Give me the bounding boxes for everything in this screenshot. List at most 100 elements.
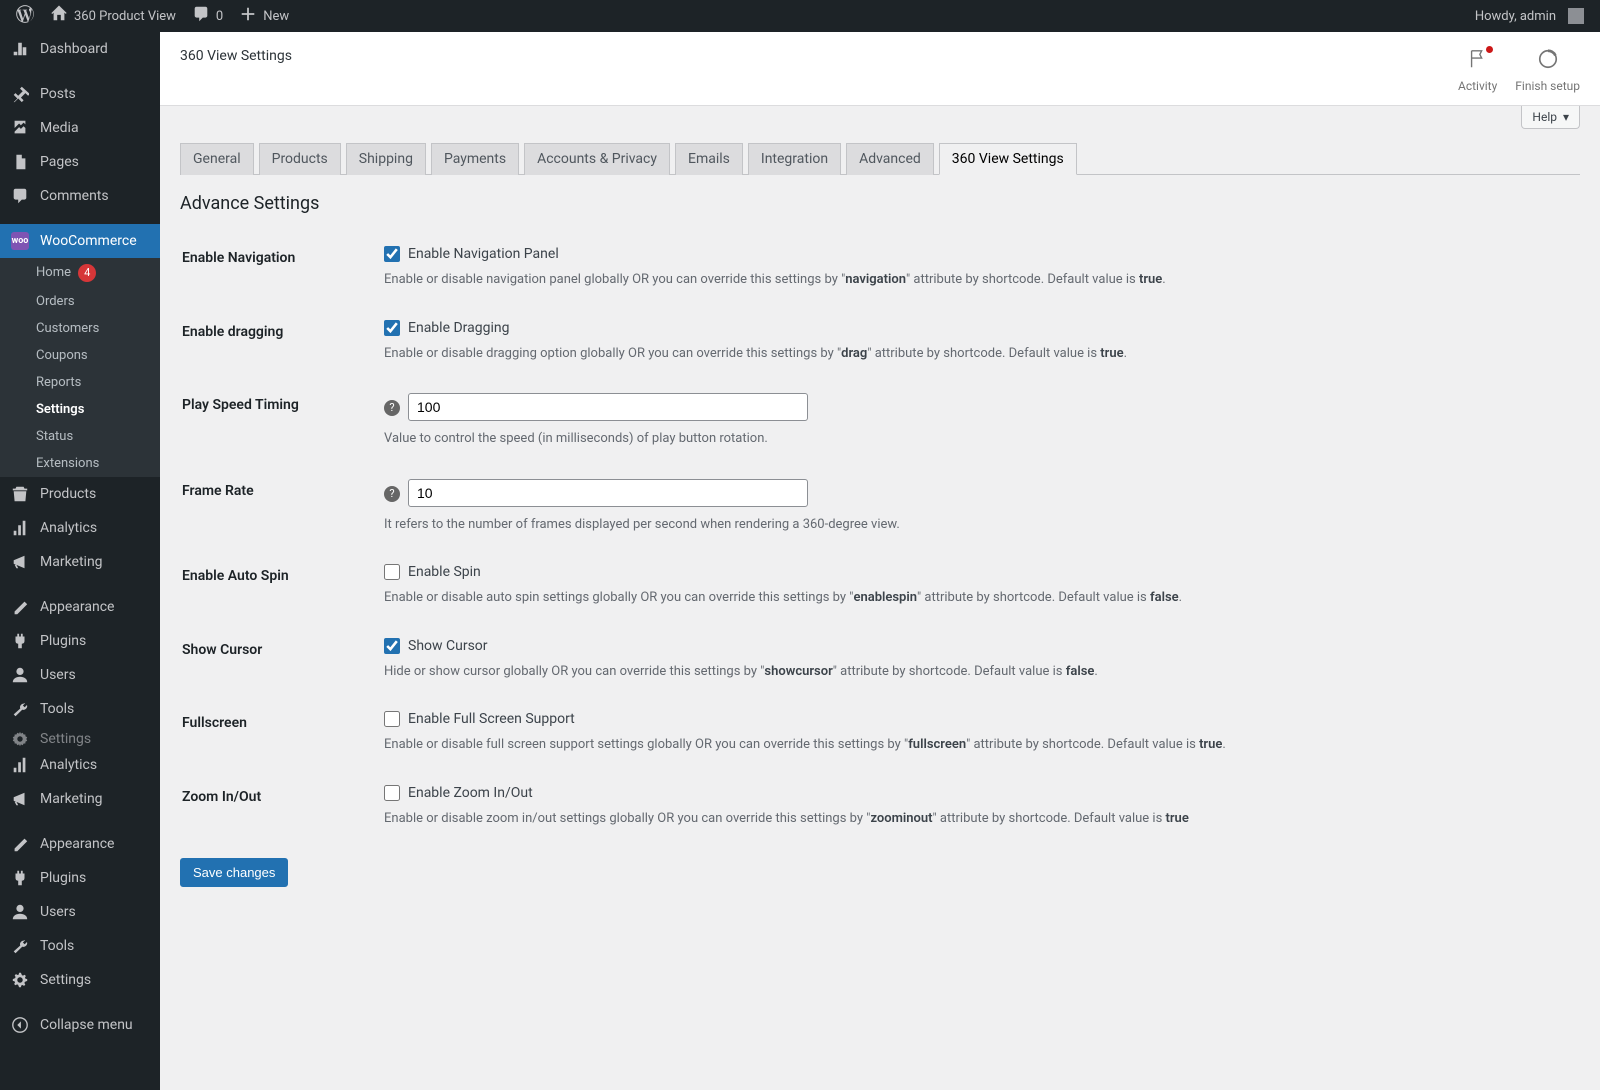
- tab-integration[interactable]: Integration: [748, 143, 841, 175]
- input-play-speed[interactable]: [408, 393, 808, 421]
- menu-users[interactable]: Users: [0, 658, 160, 692]
- sub-coupons[interactable]: Coupons: [0, 342, 160, 369]
- plugins-icon: [10, 632, 30, 650]
- finish-setup-button[interactable]: Finish setup: [1515, 48, 1580, 93]
- collapse-icon: [10, 1016, 30, 1034]
- avatar: [1568, 8, 1584, 24]
- save-button[interactable]: Save changes: [180, 858, 288, 887]
- checkbox-label-enable-dragging: Enable Dragging: [408, 320, 509, 336]
- settings-tabs: GeneralProductsShippingPaymentsAccounts …: [180, 137, 1580, 175]
- settings-icon: [10, 971, 30, 989]
- wordpress-icon: [16, 5, 34, 28]
- page-body: 360 View Settings Activity Finish setup …: [160, 32, 1600, 907]
- input-frame-rate[interactable]: [408, 479, 808, 507]
- menu-media[interactable]: Media: [0, 111, 160, 145]
- menu-settings-trunc[interactable]: Settings: [0, 726, 160, 748]
- menu-products[interactable]: Products: [0, 477, 160, 511]
- home-icon: [50, 5, 68, 27]
- tab-advanced[interactable]: Advanced: [846, 143, 934, 175]
- menu-plugins[interactable]: Plugins: [0, 624, 160, 658]
- menu-posts[interactable]: Posts: [0, 77, 160, 111]
- tab-general[interactable]: General: [180, 143, 254, 175]
- sub-orders[interactable]: Orders: [0, 288, 160, 315]
- settings-icon: [10, 730, 30, 748]
- appearance-icon: [10, 835, 30, 853]
- tab-360-view-settings[interactable]: 360 View Settings: [939, 143, 1077, 175]
- checkbox-zoom[interactable]: [384, 785, 400, 801]
- sub-extensions[interactable]: Extensions: [0, 450, 160, 477]
- menu-woocommerce[interactable]: wooWooCommerce: [0, 224, 160, 258]
- label-enable-dragging: Enable dragging: [182, 306, 382, 378]
- flag-icon: [1467, 48, 1489, 75]
- label-play-speed: Play Speed Timing: [182, 379, 382, 463]
- collapse-menu[interactable]: Collapse menu: [0, 1008, 160, 1042]
- activity-button[interactable]: Activity: [1458, 48, 1497, 93]
- tab-accounts-privacy[interactable]: Accounts & Privacy: [524, 143, 670, 175]
- wp-logo[interactable]: [8, 0, 42, 32]
- checkbox-show-cursor[interactable]: [384, 638, 400, 654]
- label-frame-rate: Frame Rate: [182, 465, 382, 549]
- tab-emails[interactable]: Emails: [675, 143, 743, 175]
- help-tip-icon[interactable]: ?: [384, 400, 400, 416]
- menu-marketing2[interactable]: Marketing: [0, 782, 160, 816]
- admin-bar: 360 Product View 0 New Howdy, admin: [0, 0, 1600, 32]
- menu-tools[interactable]: Tools: [0, 692, 160, 726]
- progress-icon: [1537, 48, 1559, 75]
- desc-frame-rate: It refers to the number of frames displa…: [384, 515, 1568, 535]
- plugins-icon: [10, 869, 30, 887]
- label-enable-auto-spin: Enable Auto Spin: [182, 550, 382, 622]
- help-tip-icon[interactable]: ?: [384, 486, 400, 502]
- menu-tools2[interactable]: Tools: [0, 929, 160, 963]
- checkbox-label-fullscreen: Enable Full Screen Support: [408, 711, 575, 727]
- tab-products[interactable]: Products: [259, 143, 341, 175]
- update-badge: 4: [78, 264, 96, 282]
- label-fullscreen: Fullscreen: [182, 697, 382, 769]
- sub-settings[interactable]: Settings: [0, 396, 160, 423]
- sub-customers[interactable]: Customers: [0, 315, 160, 342]
- new-label: New: [263, 9, 289, 24]
- analytics-icon: [10, 756, 30, 774]
- menu-plugins2[interactable]: Plugins: [0, 861, 160, 895]
- tab-shipping[interactable]: Shipping: [346, 143, 426, 175]
- my-account[interactable]: Howdy, admin: [1467, 0, 1592, 32]
- checkbox-label-zoom: Enable Zoom In/Out: [408, 785, 533, 801]
- menu-dashboard[interactable]: Dashboard: [0, 32, 160, 66]
- checkbox-fullscreen[interactable]: [384, 711, 400, 727]
- desc-zoom: Enable or disable zoom in/out settings g…: [384, 809, 1568, 829]
- comments-link[interactable]: 0: [184, 0, 231, 32]
- checkbox-enable-dragging[interactable]: [384, 320, 400, 336]
- menu-appearance[interactable]: Appearance: [0, 590, 160, 624]
- products-icon: [10, 485, 30, 503]
- help-tab[interactable]: Help ▾: [1521, 106, 1580, 129]
- menu-pages[interactable]: Pages: [0, 145, 160, 179]
- menu-analytics2[interactable]: Analytics: [0, 748, 160, 782]
- marketing-icon: [10, 553, 30, 571]
- sub-reports[interactable]: Reports: [0, 369, 160, 396]
- menu-marketing[interactable]: Marketing: [0, 545, 160, 579]
- desc-show-cursor: Hide or show cursor globally OR you can …: [384, 662, 1568, 682]
- menu-users2[interactable]: Users: [0, 895, 160, 929]
- checkbox-label-enable-auto-spin: Enable Spin: [408, 564, 481, 580]
- page-icon: [10, 153, 30, 171]
- comment-icon: [10, 187, 30, 205]
- label-show-cursor: Show Cursor: [182, 624, 382, 696]
- menu-comments[interactable]: Comments: [0, 179, 160, 213]
- checkbox-enable-auto-spin[interactable]: [384, 564, 400, 580]
- new-content[interactable]: New: [231, 0, 297, 32]
- desc-fullscreen: Enable or disable full screen support se…: [384, 735, 1568, 755]
- site-name: 360 Product View: [74, 9, 176, 24]
- desc-enable-navigation: Enable or disable navigation panel globa…: [384, 270, 1568, 290]
- sub-status[interactable]: Status: [0, 423, 160, 450]
- menu-analytics[interactable]: Analytics: [0, 511, 160, 545]
- sub-home[interactable]: Home 4: [0, 258, 160, 288]
- checkbox-enable-navigation[interactable]: [384, 246, 400, 262]
- users-icon: [10, 666, 30, 684]
- tab-payments[interactable]: Payments: [431, 143, 519, 175]
- analytics-icon: [10, 519, 30, 537]
- menu-appearance2[interactable]: Appearance: [0, 827, 160, 861]
- site-link[interactable]: 360 Product View: [42, 0, 184, 32]
- menu-settings2[interactable]: Settings: [0, 963, 160, 997]
- comment-icon: [192, 5, 210, 27]
- woocommerce-icon: woo: [10, 232, 30, 250]
- pin-icon: [10, 85, 30, 103]
